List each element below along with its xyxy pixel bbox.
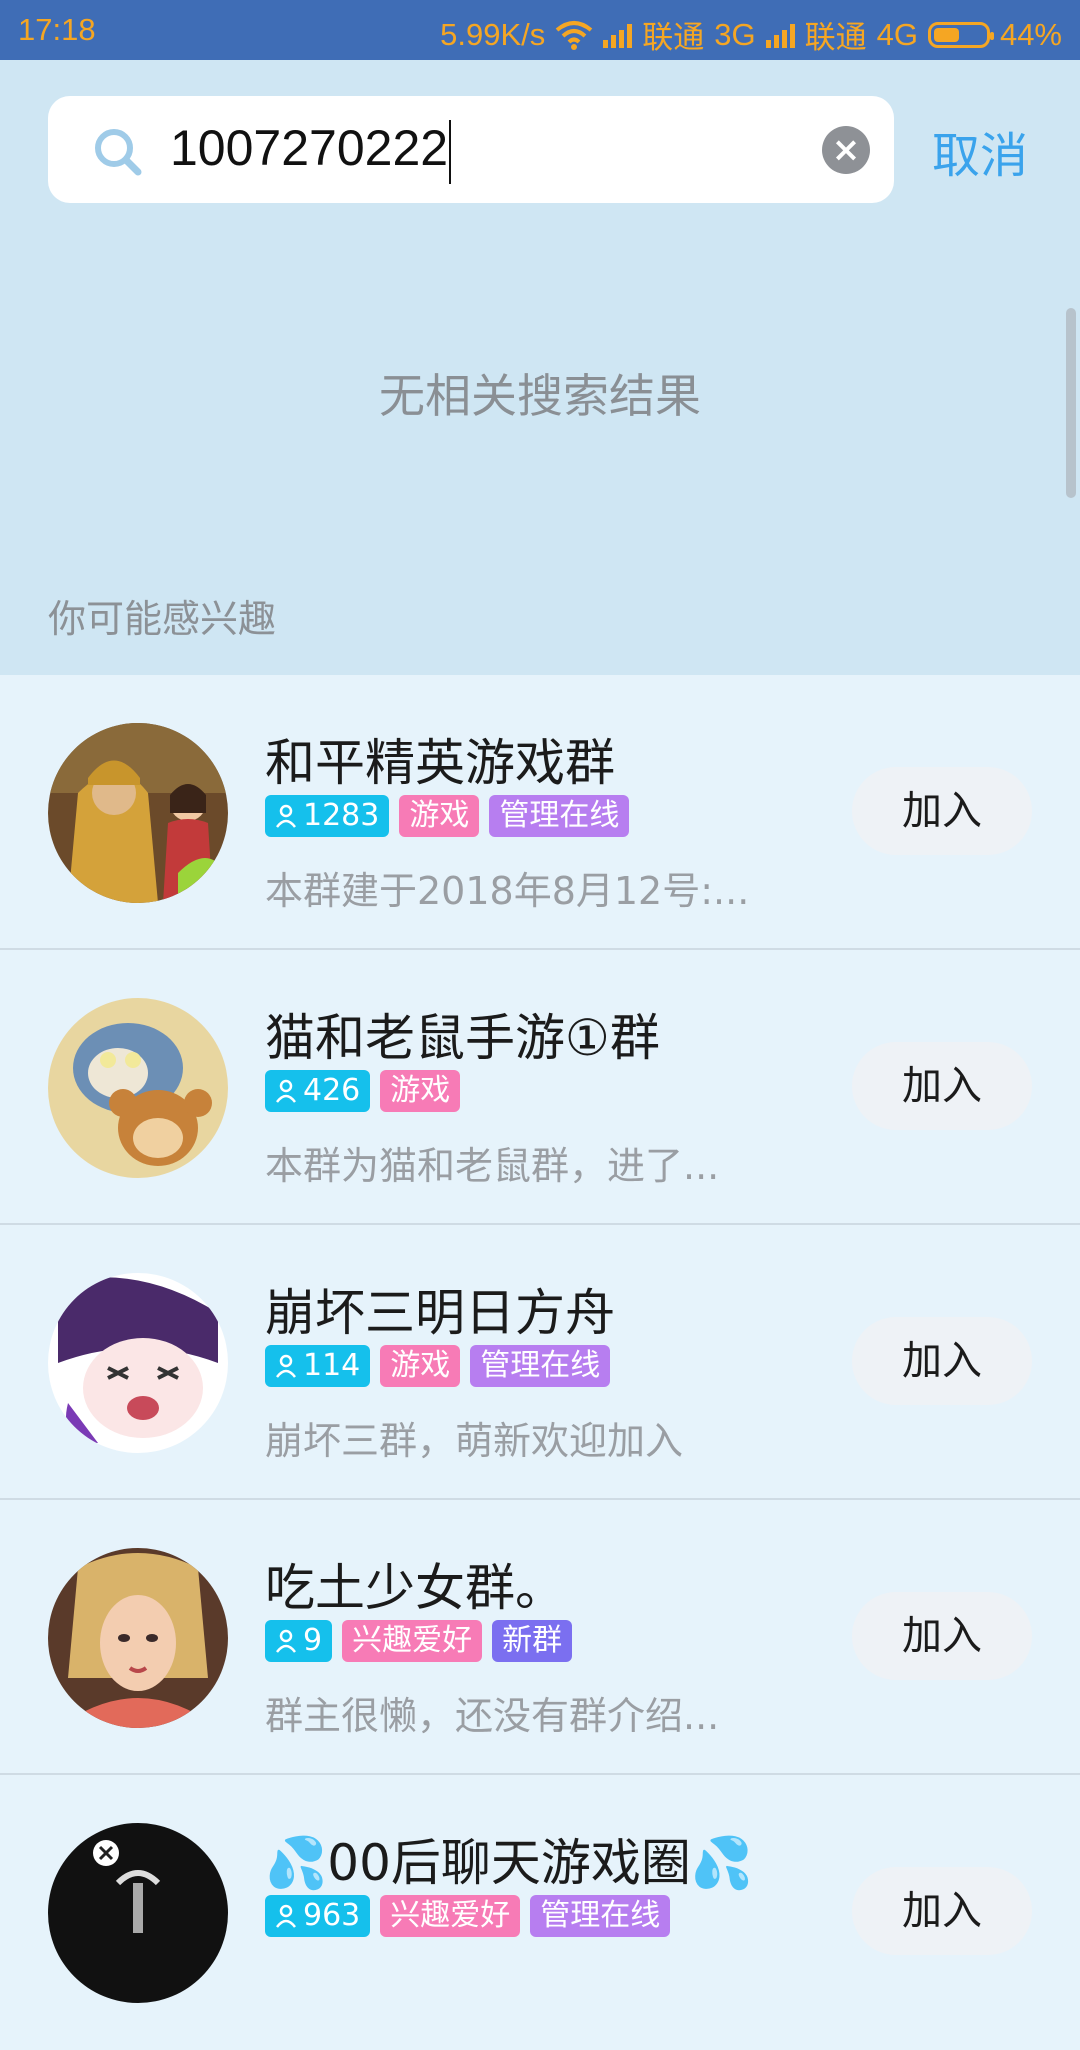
search-input-value: 1007270222 <box>170 120 449 176</box>
carrier-2: 联通 <box>804 20 867 55</box>
search-icon <box>90 124 146 180</box>
group-name: 💦00后聊天游戏圈💦 <box>265 1834 754 1892</box>
battery-icon <box>927 21 994 48</box>
group-row[interactable]: 和平精英游戏群 1283 游戏 管理在线 本群建于2018年8月12号:... … <box>0 675 1080 950</box>
member-count: 1283 <box>303 798 380 833</box>
search-header: 1007270222 × 取消 无相关搜索结果 你可能感兴趣 <box>0 60 1080 675</box>
group-desc: 崩坏三群，萌新欢迎加入 <box>265 1419 684 1463</box>
network-type-2: 4G <box>876 16 918 52</box>
member-count-badge: 9 <box>265 1620 333 1662</box>
group-row[interactable]: 💦00后聊天游戏圈💦 963 兴趣爱好 管理在线 加入 <box>0 1775 1080 2050</box>
status-bar: 17:18 5.99K/s 联通 3G 联通 4G 44% <box>0 0 1080 60</box>
suggest-title: 你可能感兴趣 <box>48 597 277 641</box>
group-avatar <box>48 1548 228 1728</box>
search-box[interactable]: 1007270222 × <box>48 96 894 203</box>
group-tags: 114 游戏 管理在线 <box>265 1345 611 1387</box>
group-name: 猫和老鼠手游①群 <box>265 1009 660 1067</box>
member-count: 426 <box>303 1073 361 1108</box>
tag-badge: 管理在线 <box>470 1345 611 1387</box>
member-count-badge: 426 <box>265 1070 371 1112</box>
group-avatar <box>48 1823 228 2003</box>
group-tags: 963 兴趣爱好 管理在线 <box>265 1895 671 1937</box>
join-button[interactable]: 加入 <box>852 1317 1032 1405</box>
battery-percent: 44% <box>999 16 1062 52</box>
group-avatar <box>48 998 228 1178</box>
join-button[interactable]: 加入 <box>852 1867 1032 1955</box>
join-button[interactable]: 加入 <box>852 767 1032 855</box>
tag-badge: 游戏 <box>380 1345 461 1387</box>
carrier-1: 联通 <box>642 20 705 55</box>
group-tags: 426 游戏 <box>265 1070 461 1112</box>
join-button[interactable]: 加入 <box>852 1042 1032 1130</box>
no-result-text: 无相关搜索结果 <box>379 369 701 423</box>
tag-badge: 兴趣爱好 <box>380 1895 521 1937</box>
group-desc: 本群为猫和老鼠群，进了... <box>265 1144 720 1188</box>
signal-icon-1 <box>603 22 633 48</box>
scrollbar[interactable] <box>1066 308 1076 498</box>
tag-badge: 管理在线 <box>530 1895 671 1937</box>
clear-icon[interactable]: × <box>822 126 870 174</box>
join-button[interactable]: 加入 <box>852 1592 1032 1680</box>
tag-badge: 管理在线 <box>489 795 630 837</box>
group-desc: 本群建于2018年8月12号:... <box>265 869 750 913</box>
group-tags: 1283 游戏 管理在线 <box>265 795 630 837</box>
network-type-1: 3G <box>714 16 756 52</box>
member-count: 963 <box>303 1898 361 1933</box>
tag-badge: 新群 <box>492 1620 573 1662</box>
group-avatar <box>48 1273 228 1453</box>
cancel-button[interactable]: 取消 <box>932 116 1028 186</box>
group-row[interactable]: 崩坏三明日方舟 114 游戏 管理在线 崩坏三群，萌新欢迎加入 加入 <box>0 1225 1080 1500</box>
person-icon <box>276 1079 296 1103</box>
search-input[interactable]: 1007270222 <box>170 112 790 184</box>
member-count-badge: 1283 <box>265 795 390 837</box>
person-icon <box>276 1354 296 1378</box>
member-count-badge: 963 <box>265 1895 371 1937</box>
tag-badge: 游戏 <box>399 795 480 837</box>
group-name: 崩坏三明日方舟 <box>265 1284 615 1342</box>
person-icon <box>276 1904 296 1928</box>
member-count: 114 <box>303 1348 361 1383</box>
person-icon <box>276 804 296 828</box>
group-name: 和平精英游戏群 <box>265 734 615 792</box>
group-list: 和平精英游戏群 1283 游戏 管理在线 本群建于2018年8月12号:... … <box>0 675 1080 2050</box>
member-count-badge: 114 <box>265 1345 371 1387</box>
signal-icon-2 <box>765 22 795 48</box>
group-avatar <box>48 723 228 903</box>
network-speed: 5.99K/s <box>440 16 546 52</box>
wifi-icon <box>555 20 593 50</box>
group-row[interactable]: 吃土少女群。 9 兴趣爱好 新群 群主很懒，还没有群介绍... 加入 <box>0 1500 1080 1775</box>
tag-badge: 游戏 <box>380 1070 461 1112</box>
tag-badge: 兴趣爱好 <box>342 1620 483 1662</box>
member-count: 9 <box>303 1623 323 1658</box>
group-desc: 群主很懒，还没有群介绍... <box>265 1694 720 1738</box>
status-right: 5.99K/s 联通 3G 联通 4G 44% <box>440 12 1062 57</box>
text-caret <box>449 119 452 184</box>
group-name: 吃土少女群。 <box>265 1559 565 1617</box>
person-icon <box>276 1629 296 1653</box>
group-row[interactable]: 猫和老鼠手游①群 426 游戏 本群为猫和老鼠群，进了... 加入 <box>0 950 1080 1225</box>
group-tags: 9 兴趣爱好 新群 <box>265 1620 573 1662</box>
status-time: 17:18 <box>18 12 96 47</box>
